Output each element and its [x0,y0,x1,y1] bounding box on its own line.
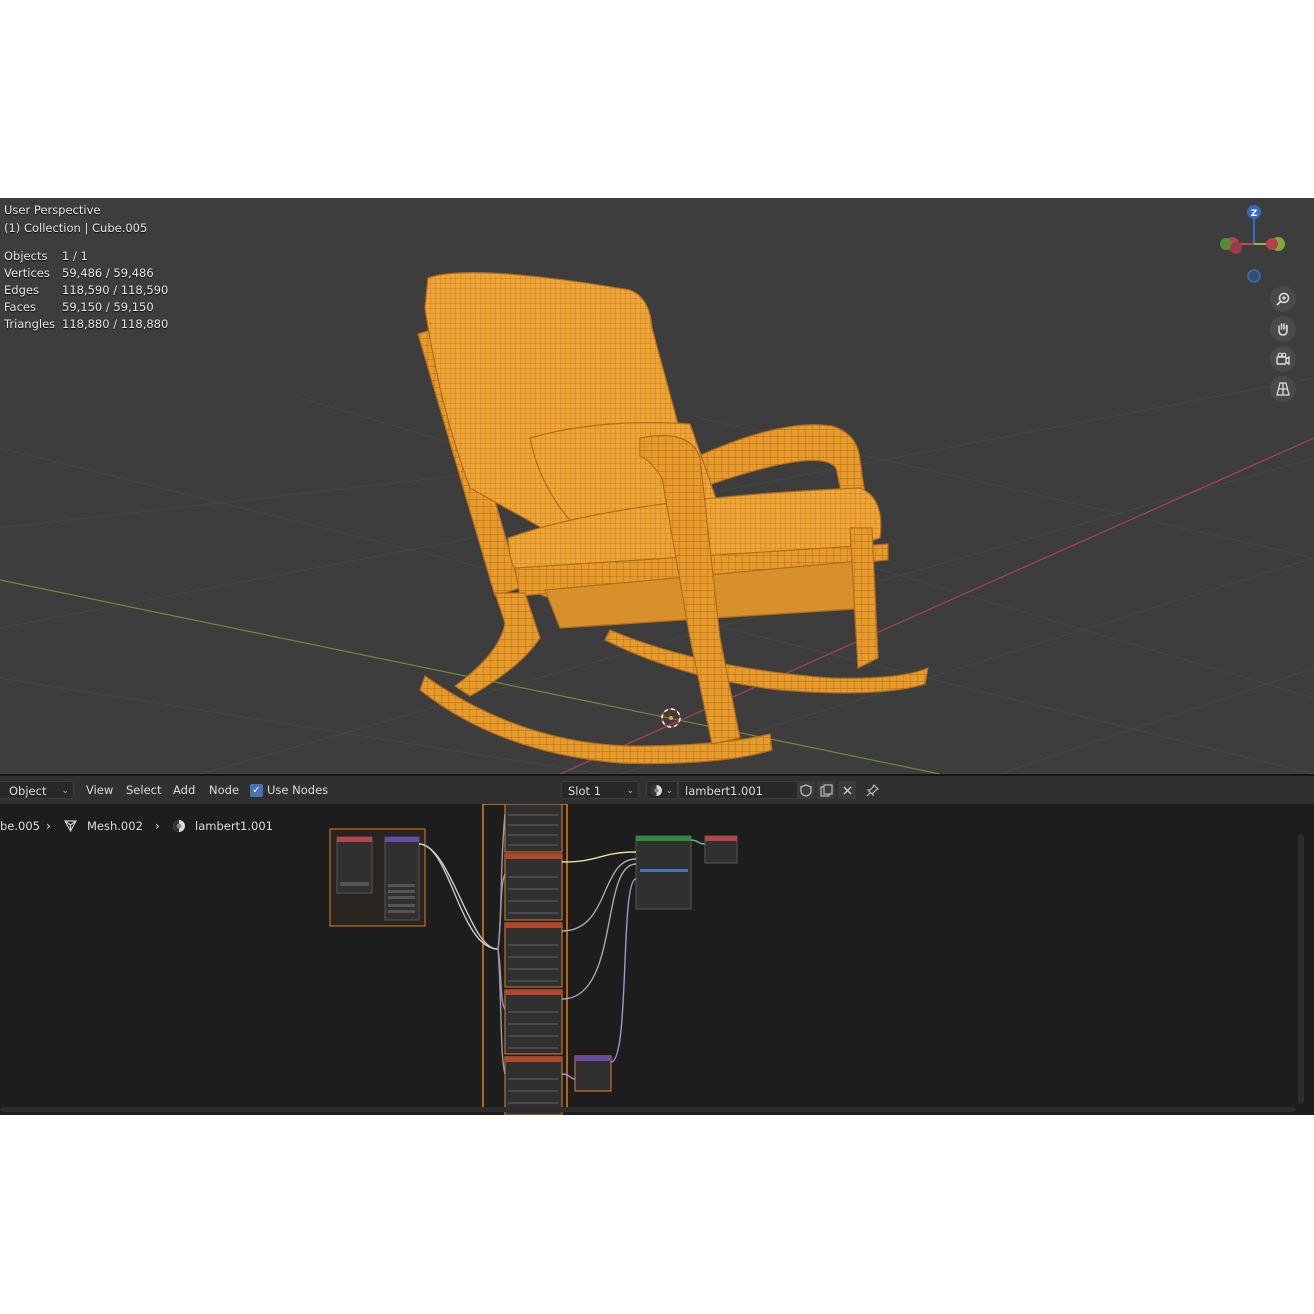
stat-value: 118,590 / 118,590 [62,283,169,297]
material-browse-button[interactable]: ⌄ [646,781,678,799]
copy-icon [819,783,833,797]
fake-user-button[interactable] [797,781,815,799]
stat-row: Vertices 59,486 / 59,486 [4,265,168,282]
chevron-down-icon: ⌄ [665,786,673,796]
scene-statistics: Objects 1 / 1 Vertices 59,486 / 59,486 Edg… [4,248,168,333]
camera-view-button[interactable] [1270,346,1296,372]
slot-dropdown[interactable]: Slot 1 ⌄ [561,781,639,799]
stat-row: Faces 59,150 / 59,150 [4,299,168,316]
object-mode-label: Object [9,784,47,798]
material-name-field[interactable]: lambert1.001 [678,781,798,799]
camera-icon [1276,352,1290,366]
use-nodes-label: Use Nodes [267,783,329,797]
rocking-chair-mesh [417,272,929,765]
pin-button[interactable] [863,781,881,799]
hand-pan-icon [1278,323,1288,336]
pan-button[interactable] [1270,316,1296,342]
perspective-toggle-button[interactable] [1270,376,1296,402]
stat-row: Objects 1 / 1 [4,248,168,265]
menu-add[interactable]: Add [173,776,195,804]
node-editor-header: Object ⌄ View Select Add Node ✓ Use Node… [0,776,1314,804]
duplicate-material-button[interactable] [817,781,835,799]
collection-label: (1) Collection | Cube.005 [4,221,148,235]
stat-value: 118,880 / 118,880 [62,317,169,331]
node-editor-canvas[interactable]: be.005 › Mesh.002 › lambert1.001 [0,804,1314,1115]
object-mode-dropdown[interactable]: Object ⌄ [0,781,74,799]
3d-viewport[interactable]: User Perspective (1) Collection | Cube.0… [0,198,1314,774]
node-mapping [384,836,420,921]
menu-node[interactable]: Node [209,776,239,804]
vertical-scrollbar[interactable] [1298,834,1304,1104]
navigation-gizmo[interactable]: Z [1216,202,1296,288]
horizontal-scrollbar[interactable] [0,1107,1296,1112]
node-principled-bsdf [635,835,692,910]
stat-value: 1 / 1 [62,249,88,263]
stat-value: 59,486 / 59,486 [62,266,154,280]
gizmo-z-label: Z [1251,209,1258,219]
menu-view[interactable]: View [86,776,113,804]
texture-nodes [504,804,563,1115]
zoom-icon [1276,292,1290,306]
blender-window: User Perspective (1) Collection | Cube.0… [0,198,1314,1115]
material-name: lambert1.001 [685,784,763,798]
material-icon [651,785,662,796]
node-normal-map [574,1055,612,1092]
scene-canvas [0,272,1314,774]
unlink-material-button[interactable] [838,781,856,799]
use-nodes-checkbox[interactable]: ✓ [250,784,263,797]
stat-row: Triangles 118,880 / 118,880 [4,316,168,333]
stat-row: Edges 118,590 / 118,590 [4,282,168,299]
stat-label: Triangles [4,317,56,331]
node-graph [329,804,738,1115]
pin-icon [866,783,879,796]
stat-value: 59,150 / 59,150 [62,300,154,314]
zoom-button[interactable] [1270,286,1296,312]
menu-select[interactable]: Select [126,776,161,804]
perspective-grid-icon [1276,382,1290,396]
slot-label: Slot 1 [568,784,602,798]
stat-label: Faces [4,300,36,314]
chevron-down-icon: ⌄ [61,786,69,796]
shield-icon [800,783,812,797]
view-title: User Perspective [4,203,101,217]
chevron-down-icon: ⌄ [626,786,634,796]
stat-label: Vertices [4,266,50,280]
close-icon [843,786,851,794]
stat-label: Objects [4,249,48,263]
stat-label: Edges [4,283,39,297]
